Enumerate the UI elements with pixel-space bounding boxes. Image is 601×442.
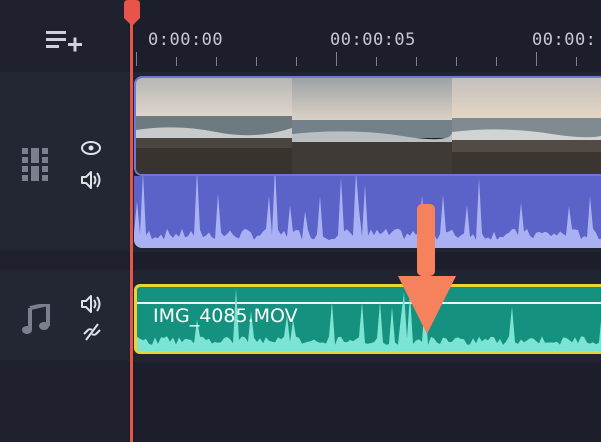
video-track-header: [0, 72, 128, 250]
clip-thumbnail: [452, 78, 601, 174]
ruler-tick: [336, 52, 337, 66]
music-note-icon: [22, 304, 50, 334]
timecode-label: 00:00:: [532, 30, 597, 50]
playhead-line[interactable]: [130, 22, 133, 442]
ruler-tick: [576, 57, 577, 66]
eye-icon[interactable]: [80, 140, 102, 156]
clip-thumbnail: [292, 78, 452, 174]
waveform: [134, 176, 601, 248]
timecode-label: 0:00:00: [148, 30, 224, 50]
track-header-panel: [0, 0, 128, 442]
ruler-tick: [256, 57, 257, 66]
add-track-icon[interactable]: [46, 28, 86, 54]
arrow-down-icon: [398, 204, 456, 334]
ruler-tick: [536, 52, 537, 66]
ruler-tick: [456, 57, 457, 66]
video-clip[interactable]: [134, 76, 601, 176]
ruler-tick: [136, 52, 137, 66]
ruler-tick: [296, 57, 297, 66]
ruler-tick: [376, 57, 377, 66]
ruler-tick: [416, 57, 417, 66]
timeline-ruler[interactable]: 0:00:00 00:00:05 00:00:: [128, 0, 601, 72]
ruler-tick: [496, 57, 497, 66]
audio-clip-label: IMG_4085.MOV: [153, 305, 298, 327]
volume-icon[interactable]: [80, 170, 104, 190]
audio-clip[interactable]: IMG_4085.MOV: [134, 284, 601, 354]
ruler-tick: [216, 57, 217, 66]
video-audio-waveform[interactable]: [134, 176, 601, 248]
video-track-icon: [22, 148, 48, 181]
timecode-label: 00:00:05: [330, 30, 416, 50]
audio-track-header: [0, 270, 128, 360]
playhead-handle[interactable]: [122, 0, 142, 28]
ruler-tick: [176, 57, 177, 66]
clip-thumbnail: [136, 78, 292, 174]
link-broken-icon[interactable]: [80, 322, 104, 342]
volume-icon[interactable]: [80, 294, 104, 314]
